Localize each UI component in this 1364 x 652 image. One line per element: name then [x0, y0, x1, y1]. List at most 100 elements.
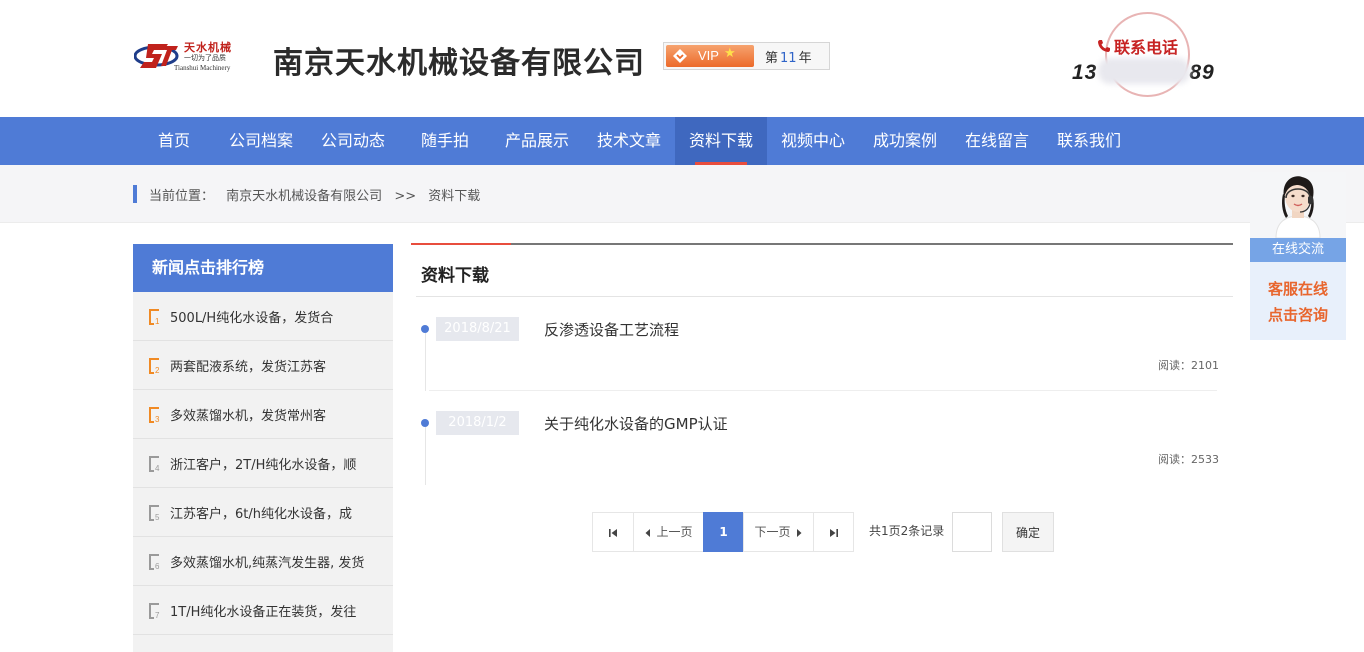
vip-years-suffix: 年 [798, 51, 812, 66]
ranking-item-title: 江苏客户，6t/h纯化水设备，成 [170, 507, 352, 522]
rank-number: 7 [155, 611, 160, 619]
online-chat-widget[interactable]: 在线交流 客服在线 点击咨询 [1250, 172, 1346, 340]
site-header: 天水机械 一切为了品质 Tianshui Machinery 南京天水机械设备有… [0, 0, 1364, 117]
article-title-link[interactable]: 反渗透设备工艺流程 [544, 319, 679, 340]
timeline-line [425, 333, 426, 391]
ranking-item-title: 多效蒸馏水机,纯蒸汽发生器, 发货 [170, 556, 365, 571]
chat-cta-line2: 点击咨询 [1267, 306, 1328, 324]
rank-number: 3 [155, 415, 160, 423]
rank-number: 2 [155, 366, 160, 374]
breadcrumb: 当前位置： 南京天水机械设备有限公司 >> 资料下载 [149, 185, 488, 204]
company-name: 南京天水机械设备有限公司 [273, 46, 645, 81]
list-item: 2018/8/21 反渗透设备工艺流程 阅读：2101 [411, 297, 1233, 391]
breadcrumb-marker [133, 185, 137, 203]
nav-item-tech-articles[interactable]: 技术文章 [590, 117, 668, 165]
rank-number-icon: 3 [149, 407, 160, 423]
phone-icon [1098, 40, 1110, 52]
vip-years: 第 11 年 [765, 47, 812, 66]
section-title: 资料下载 [421, 266, 489, 286]
rank-number: 5 [155, 513, 160, 521]
logo-slogan: 一切为了品质 [184, 54, 226, 62]
views-label: 阅读： [1158, 453, 1191, 466]
nav-item-products[interactable]: 产品展示 [498, 117, 576, 165]
nav-item-company-profile[interactable]: 公司档案 [222, 117, 300, 165]
ranking-list: 1 500L/H纯化水设备，发货合 2 两套配液系统，发货江苏客 3 多效蒸馏水机，发货常… [133, 292, 393, 635]
nav-item-contact[interactable]: 联系我们 [1050, 117, 1128, 165]
ranking-item-title: 1T/H纯化水设备正在装货，发往 [170, 605, 357, 620]
news-ranking-sidebar: 新闻点击排行榜 1 500L/H纯化水设备，发货合 2 两套配液系统，发货江苏客 3 多效… [133, 244, 393, 652]
page-1-button[interactable]: 1 [703, 512, 744, 552]
next-page-button[interactable]: 下一页 [743, 512, 814, 552]
rank-number-icon: 4 [149, 456, 160, 472]
list-item[interactable]: 3 多效蒸馏水机，发货常州客 [133, 390, 393, 439]
nav-item-videos[interactable]: 视频中心 [774, 117, 852, 165]
sidebar-title: 新闻点击排行榜 [133, 244, 393, 292]
contact-label-text: 联系电话 [1114, 38, 1179, 57]
ranking-item-title: 500L/H纯化水设备，发货合 [170, 311, 334, 326]
page-record-info: 共1页2条记录 [869, 524, 945, 538]
views-count: 2533 [1191, 453, 1219, 466]
page-jump-confirm-button[interactable]: 确定 [1002, 512, 1054, 552]
nav-item-downloads[interactable]: 资料下载 [675, 117, 767, 165]
chat-label[interactable]: 在线交流 [1250, 238, 1346, 262]
nav-item-home[interactable]: 首页 [144, 117, 204, 165]
company-logo[interactable]: 天水机械 一切为了品质 Tianshui Machinery [134, 36, 244, 78]
vip-membership-badge: VIP ★ 第 11 年 [663, 42, 830, 70]
first-page-button[interactable] [592, 512, 634, 552]
article-date: 2018/1/2 [436, 411, 519, 435]
contact-number-end: 89 [1189, 61, 1215, 84]
chat-cta[interactable]: 客服在线 点击咨询 [1250, 276, 1346, 328]
rank-number: 4 [155, 464, 160, 472]
prev-page-label: 上一页 [656, 525, 693, 539]
breadcrumb-bar: 当前位置： 南京天水机械设备有限公司 >> 资料下载 [0, 165, 1364, 223]
prev-page-button[interactable]: 上一页 [633, 512, 704, 552]
contact-number-start: 13 [1072, 61, 1098, 84]
logo-english-text: Tianshui Machinery [174, 64, 231, 72]
support-agent-icon [1250, 172, 1346, 238]
breadcrumb-separator: >> [394, 189, 417, 204]
list-item[interactable]: 2 两套配液系统，发货江苏客 [133, 341, 393, 390]
vip-label: VIP [698, 48, 719, 63]
rank-number-icon: 6 [149, 554, 160, 570]
contact-phone-block: 联系电话 13 89 [1070, 12, 1230, 102]
list-item[interactable]: 5 江苏客户，6t/h纯化水设备，成 [133, 488, 393, 537]
views-count: 2101 [1191, 359, 1219, 372]
main-navigation: 首页 公司档案 公司动态 随手拍 产品展示 技术文章 资料下载 视频中心 成功案… [0, 117, 1364, 165]
list-item[interactable]: 1 500L/H纯化水设备，发货合 [133, 292, 393, 341]
rank-number-icon: 5 [149, 505, 160, 521]
chat-cta-line1: 客服在线 [1267, 280, 1328, 298]
nav-item-messages[interactable]: 在线留言 [958, 117, 1036, 165]
list-item: 2018/1/2 关于纯化水设备的GMP认证 阅读：2533 [411, 391, 1233, 485]
article-views: 阅读：2101 [1158, 357, 1219, 373]
timeline-line [425, 427, 426, 485]
nav-item-company-news[interactable]: 公司动态 [314, 117, 392, 165]
last-page-button[interactable] [813, 512, 854, 552]
list-item[interactable]: 7 1T/H纯化水设备正在装货，发往 [133, 586, 393, 635]
ranking-item-title: 多效蒸馏水机，发货常州客 [170, 409, 327, 424]
article-title-link[interactable]: 关于纯化水设备的GMP认证 [544, 413, 728, 434]
vip-years-number: 11 [780, 51, 797, 66]
timeline-dot [421, 325, 429, 333]
article-views: 阅读：2533 [1158, 451, 1219, 467]
title-divider [411, 243, 1233, 245]
list-item[interactable]: 4 浙江客户，2T/H纯化水设备，顺 [133, 439, 393, 488]
views-label: 阅读： [1158, 359, 1191, 372]
timeline-dot [421, 419, 429, 427]
ranking-item-title: 浙江客户，2T/H纯化水设备，顺 [170, 458, 357, 473]
vip-diamond-icon [673, 49, 687, 63]
contact-number-mask [1098, 58, 1190, 84]
title-divider-accent [411, 243, 511, 245]
first-page-icon [609, 528, 617, 537]
vip-star-icon: ★ [724, 46, 736, 61]
nav-item-snapshots[interactable]: 随手拍 [413, 117, 477, 165]
vip-tag: VIP ★ [666, 45, 754, 67]
ranking-item-title: 两套配液系统，发货江苏客 [170, 360, 327, 375]
page-jump-input[interactable] [952, 512, 992, 552]
breadcrumb-current: 资料下载 [428, 189, 481, 204]
rank-number: 1 [155, 317, 160, 325]
rank-number-icon: 1 [149, 309, 160, 325]
breadcrumb-home-link[interactable]: 南京天水机械设备有限公司 [226, 189, 382, 204]
next-page-label: 下一页 [754, 525, 791, 539]
nav-item-cases[interactable]: 成功案例 [866, 117, 944, 165]
list-item[interactable]: 6 多效蒸馏水机,纯蒸汽发生器, 发货 [133, 537, 393, 586]
